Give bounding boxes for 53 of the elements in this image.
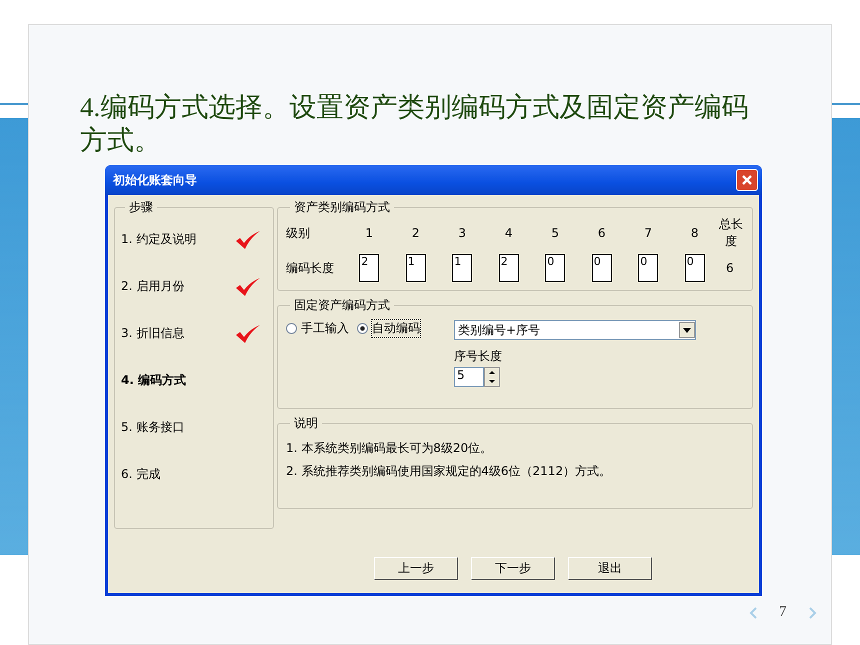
group-legend: 固定资产编码方式: [290, 297, 394, 314]
spin-buttons[interactable]: [484, 367, 500, 387]
serial-length-label: 序号长度: [454, 348, 503, 365]
dropdown-button[interactable]: [679, 322, 695, 338]
input-field[interactable]: 2: [498, 254, 519, 282]
level-number: 5: [550, 226, 560, 240]
level-number: 1: [364, 226, 374, 240]
step-item: 4. 编码方式: [121, 372, 188, 389]
input-field[interactable]: 5: [454, 367, 484, 387]
level-number: 4: [504, 226, 514, 240]
level-number: 7: [643, 226, 654, 240]
group-legend: 说明: [290, 415, 322, 432]
window-title: 初始化账套向导: [113, 172, 197, 188]
level-label: 级别: [286, 224, 311, 242]
radio-button[interactable]: [357, 323, 368, 334]
group-legend: 步骤: [125, 199, 157, 216]
scheme-dropdown[interactable]: 类别编号+序号: [454, 320, 696, 340]
level-number: 8: [690, 226, 700, 240]
input-field[interactable]: 0: [638, 254, 658, 282]
input-field[interactable]: 1: [406, 254, 426, 282]
total-length-label: 总长度: [718, 216, 744, 250]
note-text: 2. 系统推荐类别编码使用国家规定的4级6位（2112）方式。: [286, 463, 612, 480]
step-item: 5. 账务接口: [121, 419, 186, 436]
input-field[interactable]: 0: [684, 254, 705, 282]
code-length-label: 编码长度: [286, 260, 335, 276]
step-item: 2. 启用月份: [121, 278, 186, 295]
note-text: 1. 本系统类别编码最长可为8级20位。: [286, 440, 494, 457]
down-arrow-icon: [489, 380, 495, 383]
input-field[interactable]: 0: [592, 254, 612, 282]
level-number: 2: [410, 226, 421, 240]
wizard-button[interactable]: 上一步: [374, 557, 458, 580]
input-field[interactable]: 0: [545, 254, 566, 282]
radio-label[interactable]: 自动编码: [372, 320, 420, 337]
up-arrow-icon: [489, 371, 495, 374]
radio-label[interactable]: 手工输入: [301, 320, 349, 337]
level-number: 6: [596, 226, 607, 240]
wizard-button[interactable]: 下一步: [471, 557, 555, 580]
group-legend: 资产类别编码方式: [290, 199, 394, 216]
input-field[interactable]: 1: [452, 254, 472, 282]
step-item: 1. 约定及说明: [121, 231, 198, 248]
wizard-button[interactable]: 退出: [568, 557, 652, 580]
input-field[interactable]: 2: [359, 254, 380, 282]
radio-button[interactable]: [286, 323, 297, 334]
close-icon: [740, 173, 754, 187]
page-number: 7: [779, 604, 786, 621]
dropdown-value: 类别编号+序号: [458, 322, 540, 338]
step-item: 3. 折旧信息: [121, 325, 186, 342]
caret-icon: [683, 328, 691, 332]
slide-title: 4.编码方式选择。设置资产类别编码方式及固定资产编码方式。: [80, 91, 750, 157]
level-number: 3: [457, 226, 468, 240]
total-length-value: 6: [725, 261, 735, 275]
close-button[interactable]: [736, 169, 758, 191]
step-item: 6. 完成: [121, 466, 162, 483]
